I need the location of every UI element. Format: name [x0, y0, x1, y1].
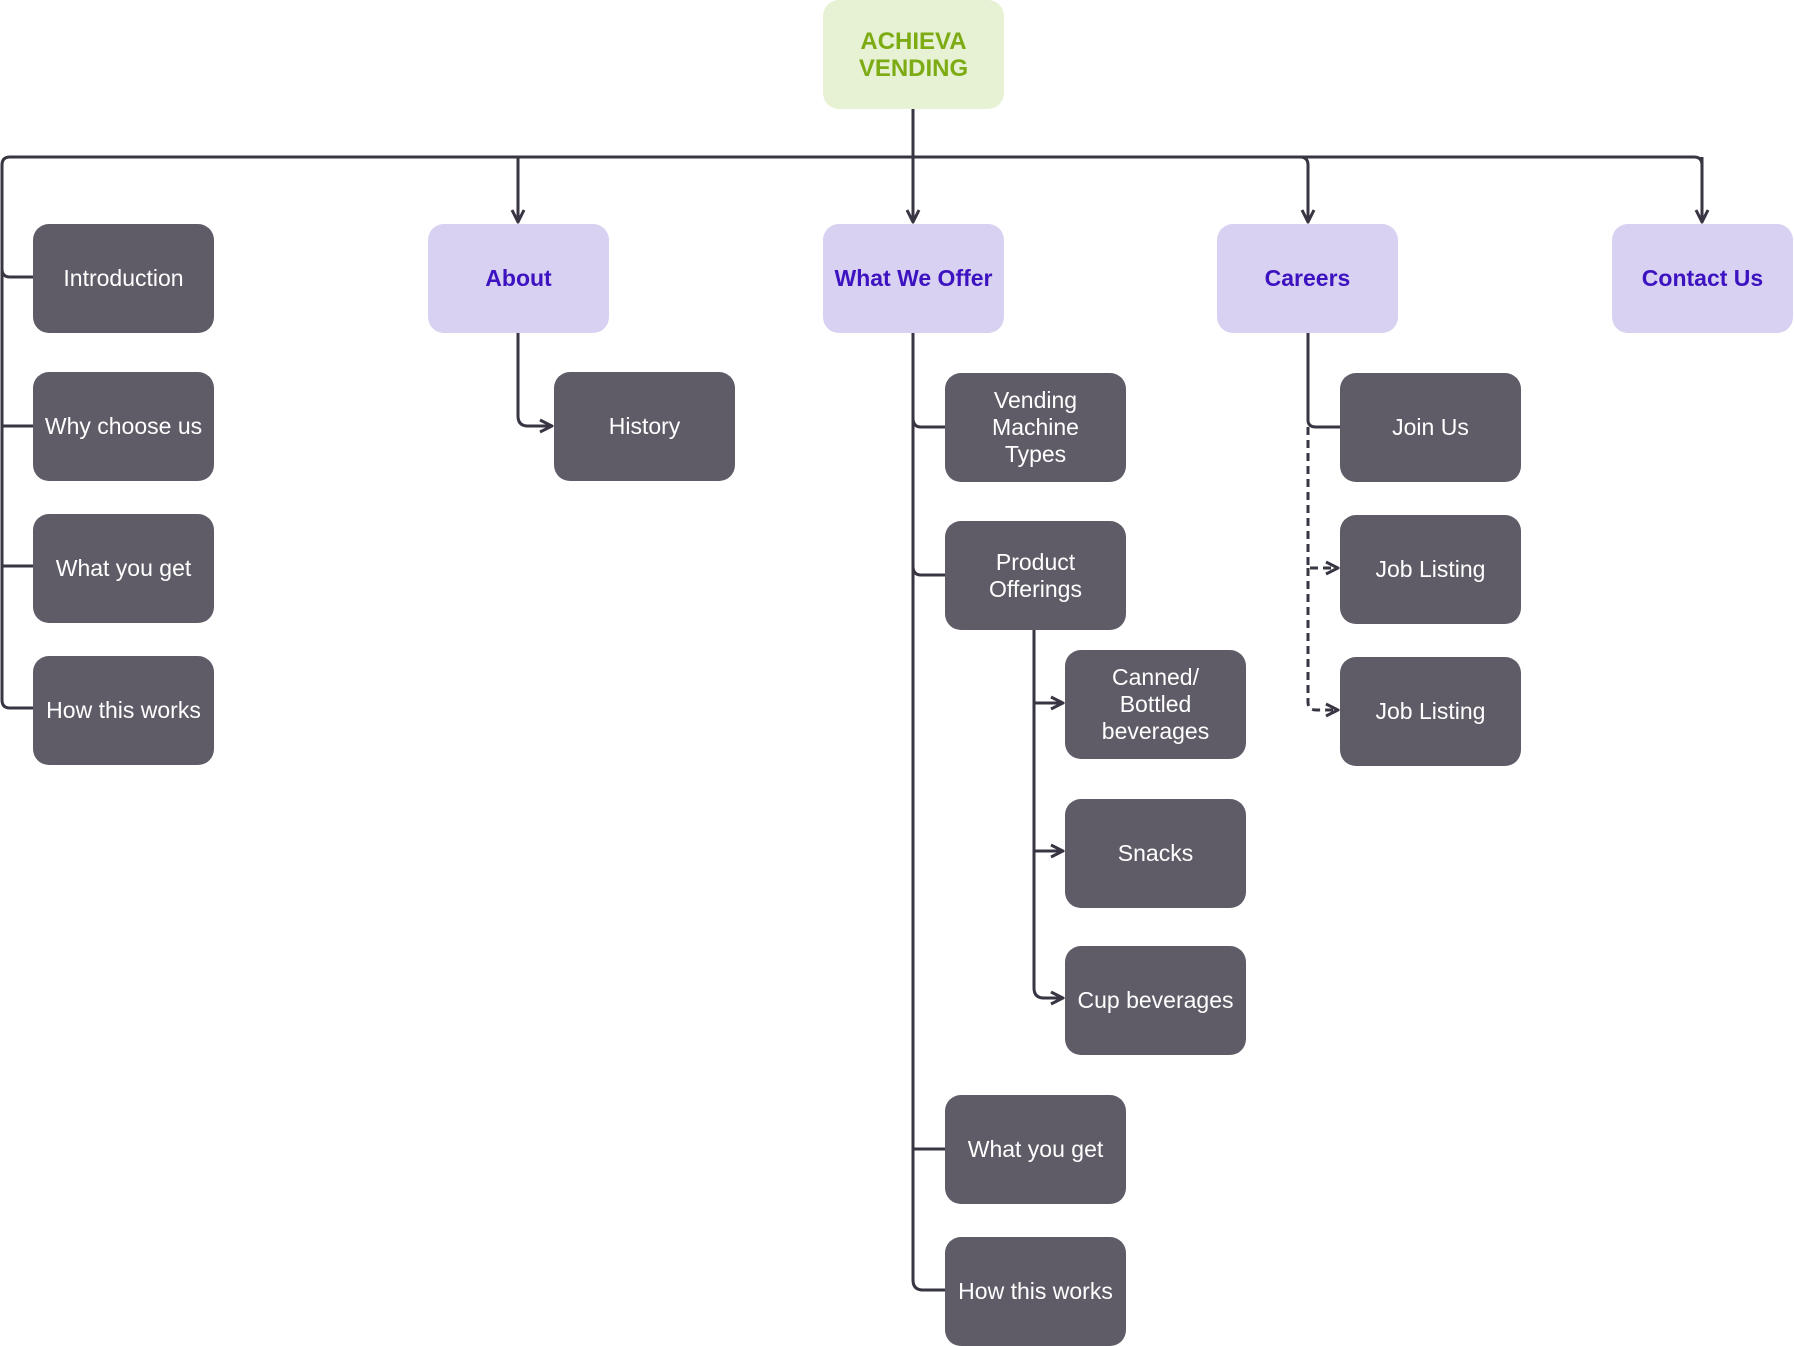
node-contact-us: Contact Us — [1612, 224, 1793, 333]
root-node: ACHIEVA VENDING — [823, 0, 1004, 109]
node-job-listing-1: Job Listing — [1340, 515, 1521, 624]
node-how-this-works: How this works — [33, 656, 214, 765]
connector-introduction — [0, 268, 33, 279]
connectors — [0, 109, 1794, 1292]
node-what-we-offer: What We Offer — [823, 224, 1004, 333]
node-snacks: Snacks — [1065, 799, 1246, 908]
node-product-offerings: Product Offerings — [945, 521, 1126, 630]
po-trunk — [1032, 630, 1063, 998]
connector-joinus — [1306, 333, 1340, 429]
node-join-us: Join Us — [1340, 373, 1521, 482]
node-cup-beverages: Cup beverages — [1065, 946, 1246, 1055]
offer-trunk — [911, 333, 945, 1292]
node-offer-how-this-works: How this works — [945, 1237, 1126, 1346]
connector-job1 — [1306, 427, 1338, 568]
node-introduction: Introduction — [33, 224, 214, 333]
connector-po — [911, 565, 945, 577]
node-vending-machine-types: Vending Machine Types — [945, 373, 1126, 482]
connector-job2 — [1306, 568, 1338, 710]
node-history: History — [554, 372, 735, 481]
node-about: About — [428, 224, 609, 333]
connector-history — [516, 333, 552, 426]
node-why-choose-us: Why choose us — [33, 372, 214, 481]
node-careers: Careers — [1217, 224, 1398, 333]
node-job-listing-2: Job Listing — [1340, 657, 1521, 766]
connector-vmt — [911, 417, 945, 429]
node-offer-what-you-get: What you get — [945, 1095, 1126, 1204]
node-what-you-get: What you get — [33, 514, 214, 623]
connector-careers — [1299, 155, 1308, 222]
node-canned-bottled-beverages: Canned/ Bottled beverages — [1065, 650, 1246, 759]
